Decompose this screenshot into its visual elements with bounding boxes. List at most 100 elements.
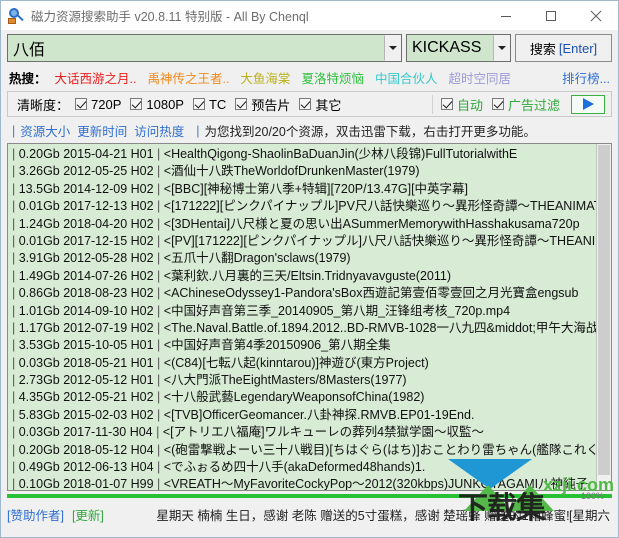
table-row[interactable]: | 0.86Gb 2018-08-23 H02 | <AChineseOdyss… [8,285,596,302]
hot-search-item-0[interactable]: 大话西游之月.. [55,68,137,87]
zoom-percent: 100% [580,491,604,501]
row-meta: 3.53Gb 2015-10-05 H01 [18,338,158,353]
search-keyword-combo[interactable]: 八佰 [7,34,402,62]
sponsor-link[interactable]: [赞助作者] [7,505,64,524]
row-divider: | [157,164,164,179]
table-row[interactable]: | 1.01Gb 2014-09-10 H02 | <中国好声音第三季_2014… [8,303,596,320]
search-input[interactable]: 八佰 [8,36,384,60]
table-row[interactable]: | 1.17Gb 2012-07-19 H02 | <The.Naval.Bat… [8,320,596,337]
app-window: 磁力资源搜索助手 v20.8.11 特别版 - All By Chenql 八佰… [0,0,619,538]
sort-by-date[interactable]: 更新时间 [77,121,127,140]
hot-search-item-3[interactable]: 夏洛特烦恼 [301,68,364,87]
sort-by-size[interactable]: 资源大小 [20,121,70,140]
table-row[interactable]: | 13.5Gb 2014-12-09 H02 | <[BBC][神秘博士第八季… [8,181,596,198]
filter-checkbox-trailer[interactable]: 预告片 [235,95,290,114]
table-row[interactable]: | 0.20Gb 2018-05-12 H04 | <(砲雷撃戦よーい三十八戦目… [8,442,596,459]
chevron-down-icon[interactable] [384,35,401,61]
filter-bar: 清晰度： 720P 1080P TC 预告片 其它 自动 广告过滤 [7,91,612,117]
checkbox-icon[interactable] [75,98,88,110]
ranking-link[interactable]: 排行榜... [562,68,610,87]
checkbox-icon[interactable] [440,98,453,110]
checkbox-icon[interactable] [192,98,205,110]
table-row[interactable]: | 0.01Gb 2017-12-13 H02 | <[171222][ピンクパ… [8,198,596,215]
row-divider: | [157,147,164,161]
row-divider: | [157,355,164,370]
search-bar: 八佰 KICKASS 搜索 [Enter] [7,32,612,64]
row-divider: | [157,286,164,301]
hot-search-item-4[interactable]: 中国合伙人 [375,68,438,87]
divider: | [196,123,200,138]
search-site-combo[interactable]: KICKASS [406,34,511,62]
table-row[interactable]: | 0.49Gb 2012-06-13 H04 | <でふぉるめ四十八手(aka… [8,459,596,476]
table-row[interactable]: | 0.03Gb 2017-11-30 H04 | <[アトリエ八福庵]ワルキュ… [8,424,596,441]
table-row[interactable]: | 1.24Gb 2018-04-20 H02 | <[3DHentai]八尺様… [8,216,596,233]
table-row[interactable]: | 3.53Gb 2015-10-05 H01 | <中国好声音第4季20150… [8,337,596,354]
hot-search-bar: 热搜： 大话西游之月.. 禹神传之王者.. 大鱼海棠 夏洛特烦恼 中国合伙人 超… [9,67,610,88]
checkbox-icon[interactable] [130,98,143,110]
minimize-button[interactable] [483,1,528,30]
hot-search-item-2[interactable]: 大鱼海棠 [240,68,290,87]
sort-by-hot[interactable]: 访问热度 [134,121,184,140]
table-row[interactable]: | 3.26Gb 2012-05-25 H02 | <酒仙十八跌TheWorld… [8,163,596,180]
row-name: <八大門派TheEightMasters/8Masters(1977) [163,373,407,388]
row-meta: 1.49Gb 2014-07-26 H02 [18,268,158,283]
results-rows: | 0.20Gb 2015-04-21 H01 | <HealthQigong-… [8,144,596,490]
row-divider: | [12,286,19,301]
filter-checkbox-other[interactable]: 其它 [299,95,341,114]
row-divider: | [157,251,164,266]
row-divider: | [12,216,19,231]
table-row[interactable]: | 0.10Gb 2018-01-07 H99 | <VREATH～MyFavo… [8,476,596,490]
window-controls [483,1,618,30]
table-row[interactable]: | 4.35Gb 2012-05-21 H02 | <十八般武藝Legendar… [8,389,596,406]
row-divider: | [157,233,164,248]
filter-checkbox-1080p[interactable]: 1080P [130,97,184,112]
row-divider: | [12,477,19,490]
search-button[interactable]: 搜索 [Enter] [515,34,612,62]
row-divider: | [12,390,19,405]
row-meta: 0.01Gb 2017-12-15 H02 [18,233,158,248]
row-divider: | [12,425,19,440]
checkbox-icon[interactable] [491,98,504,110]
row-meta: 5.83Gb 2015-02-03 H02 [18,407,158,422]
row-meta: 0.01Gb 2017-12-13 H02 [18,199,158,214]
hot-search-item-5[interactable]: 超时空同居 [448,68,511,87]
row-name: <[TVB]OfficerGeomancer.八卦神探.RMVB.EP01-19… [163,407,475,422]
table-row[interactable]: | 0.20Gb 2015-04-21 H01 | <HealthQigong-… [8,146,596,163]
table-row[interactable]: | 0.03Gb 2018-05-21 H01 | <(C84)[七転八起(ki… [8,355,596,372]
divider: | [12,123,16,138]
table-row[interactable]: | 5.83Gb 2015-02-03 H02 | <[TVB]OfficerG… [8,407,596,424]
filter-checkbox-auto[interactable]: 自动 [440,95,483,114]
filter-checkbox-720p[interactable]: 720P [75,97,121,112]
table-row[interactable]: | 3.91Gb 2012-05-28 H02 | <五爪十八翻Dragon's… [8,250,596,267]
play-button[interactable] [571,94,605,114]
filter-checkbox-tc[interactable]: TC [192,97,226,112]
row-name: <[BBC][神秘博士第八季+特辑][720P/13.47G][中英字幕] [163,181,469,196]
search-site-value[interactable]: KICKASS [407,39,493,57]
row-name: <HealthQigong-ShaolinBaDuanJin(少林八段锦)Ful… [163,147,518,161]
row-meta: 0.86Gb 2018-08-23 H02 [18,286,158,301]
title-bar: 磁力资源搜索助手 v20.8.11 特别版 - All By Chenql [1,1,618,30]
chevron-down-icon[interactable] [493,35,510,61]
row-meta: 3.26Gb 2012-05-25 H02 [18,164,158,179]
table-row[interactable]: | 0.01Gb 2017-12-15 H02 | <[PV][171222][… [8,233,596,250]
checkbox-icon[interactable] [235,98,248,110]
filter-checkbox-adblock[interactable]: 广告过滤 [491,95,560,114]
table-row[interactable]: | 2.73Gb 2012-05-12 H01 | <八大門派TheEightM… [8,372,596,389]
hot-search-item-1[interactable]: 禹神传之王者.. [147,68,229,87]
row-name: <(砲雷撃戦よーい三十八戦目)[ちはぐら(はち)]おことわり雷ちゃん(艦隊これく… [163,442,596,457]
row-meta: 4.35Gb 2012-05-21 H02 [18,390,158,405]
vertical-scrollbar[interactable] [596,144,611,490]
filter-label-auto: 自动 [456,97,483,113]
update-link[interactable]: [更新] [72,505,104,524]
results-list[interactable]: | 0.20Gb 2015-04-21 H01 | <HealthQigong-… [7,143,612,491]
checkbox-icon[interactable] [299,98,312,110]
table-row[interactable]: | 1.49Gb 2014-07-26 H02 | <葉利欽.八月裏的三天/El… [8,268,596,285]
maximize-button[interactable] [528,1,573,30]
row-meta: 0.10Gb 2018-01-07 H99 [18,477,158,490]
row-divider: | [12,355,19,370]
row-divider: | [157,338,164,353]
scrollbar-thumb[interactable] [598,145,610,475]
row-divider: | [157,216,164,231]
close-button[interactable] [573,1,618,30]
filter-label-other: 其它 [315,97,342,113]
